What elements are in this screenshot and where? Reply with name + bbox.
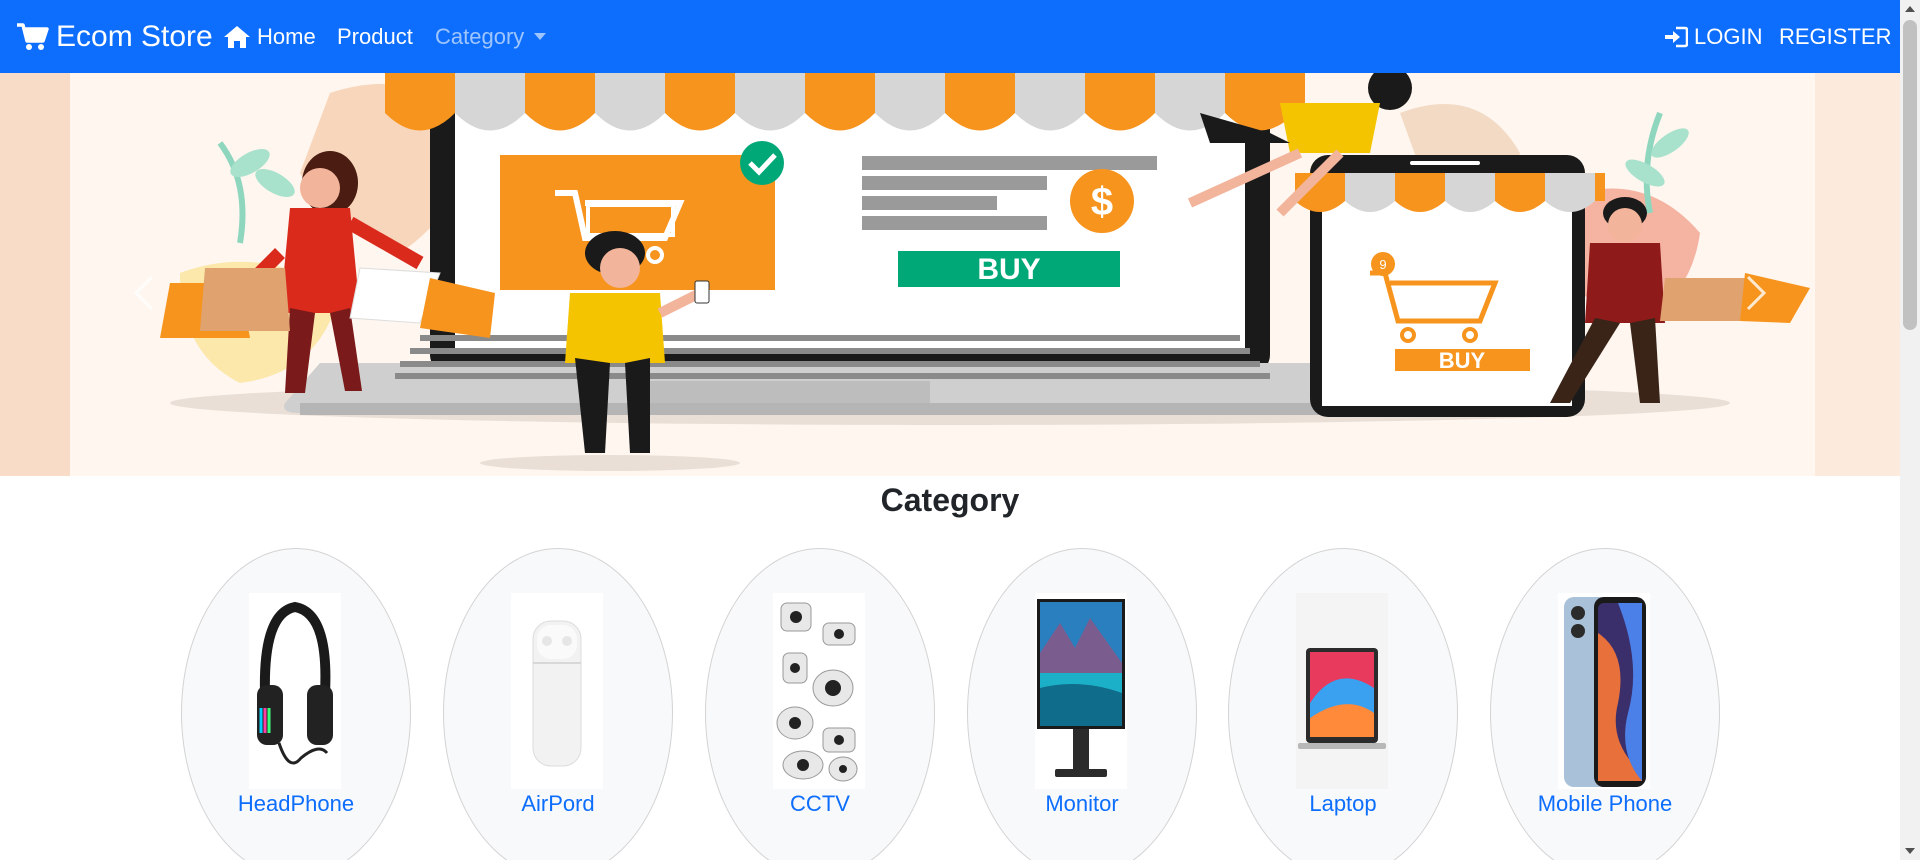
nav-category-label: Category xyxy=(435,23,525,49)
cart-badge-count: 9 xyxy=(1379,257,1386,272)
buy-label-small: BUY xyxy=(1439,348,1486,373)
category-label-cctv: CCTV xyxy=(790,791,850,816)
nav-product[interactable]: Product xyxy=(337,0,413,73)
nav-product-label: Product xyxy=(337,23,413,49)
nav-register[interactable]: REGISTER xyxy=(1779,0,1891,73)
category-card-cctv[interactable]: CCTV xyxy=(705,548,935,860)
page-scrollbar[interactable] xyxy=(1900,0,1920,860)
nav-category-dropdown[interactable]: Category xyxy=(435,0,547,73)
laptop-image xyxy=(1296,593,1388,789)
category-label-monitor: Monitor xyxy=(1045,791,1119,816)
nav-login-label: LOGIN xyxy=(1694,23,1763,49)
airpods-image xyxy=(511,593,603,789)
carousel-prev-button[interactable] xyxy=(130,273,160,313)
scroll-down-arrow-icon[interactable] xyxy=(1905,848,1915,854)
page: Ecom Store Home Product Category LOGIN R… xyxy=(0,0,1920,860)
nav-login[interactable]: LOGIN xyxy=(1664,0,1762,73)
category-card-headphone[interactable]: HeadPhone xyxy=(181,548,411,860)
hero-banner: $ BUY 9 BUY xyxy=(0,73,1900,476)
cctv-image xyxy=(773,593,865,789)
section-title: Category xyxy=(880,482,1020,518)
navbar: Ecom Store Home Product Category LOGIN R… xyxy=(0,0,1900,73)
nav-home-label: Home xyxy=(257,23,316,49)
nav-home[interactable]: Home xyxy=(223,0,316,73)
monitor-image xyxy=(1035,593,1127,789)
scrollbar-thumb[interactable] xyxy=(1903,20,1917,330)
chevron-down-icon xyxy=(534,33,547,40)
login-icon xyxy=(1665,26,1688,47)
category-card-airpord[interactable]: AirPord xyxy=(443,548,673,860)
category-label-laptop: Laptop xyxy=(1309,791,1377,816)
category-card-mobile-phone[interactable]: Mobile Phone xyxy=(1490,548,1720,860)
dollar-sign: $ xyxy=(1091,180,1113,224)
headphone-image xyxy=(249,593,341,789)
mobile-phone-image xyxy=(1558,593,1650,789)
category-label-mobile-phone: Mobile Phone xyxy=(1537,791,1673,816)
category-label-airpord: AirPord xyxy=(521,791,595,816)
category-label-headphone: HeadPhone xyxy=(237,791,355,816)
nav-register-label: REGISTER xyxy=(1779,23,1892,49)
category-card-monitor[interactable]: Monitor xyxy=(967,548,1197,860)
brand-link[interactable]: Ecom Store xyxy=(16,0,213,73)
buy-label-large: BUY xyxy=(977,253,1040,286)
home-icon xyxy=(224,25,250,48)
chevron-right-icon xyxy=(1746,275,1767,311)
carousel-next-button[interactable] xyxy=(1740,273,1770,313)
category-card-laptop[interactable]: Laptop xyxy=(1228,548,1458,860)
cart-icon xyxy=(17,22,49,50)
brand-text: Ecom Store xyxy=(56,19,213,53)
scroll-up-arrow-icon[interactable] xyxy=(1905,6,1915,12)
shopping-illustration: $ BUY 9 BUY xyxy=(0,73,1900,476)
chevron-left-icon xyxy=(133,275,154,311)
